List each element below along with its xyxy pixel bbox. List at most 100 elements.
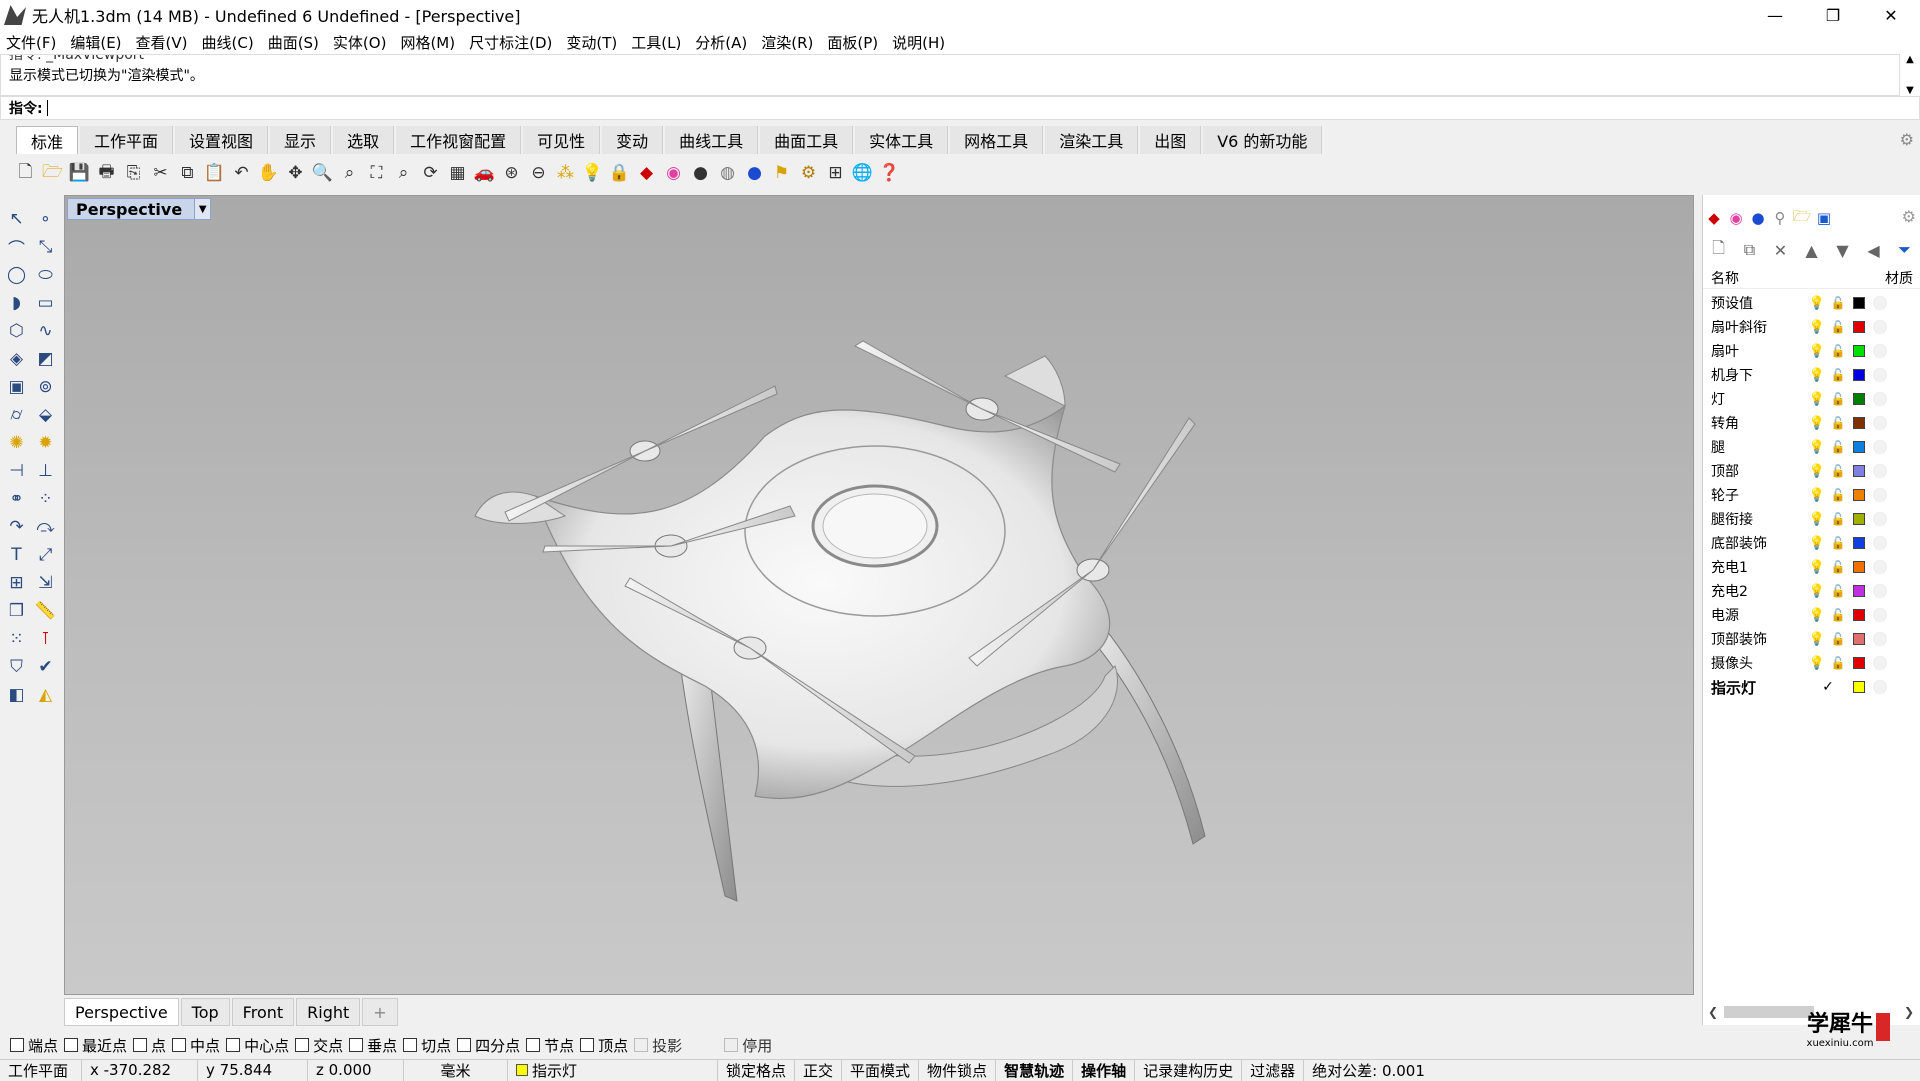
checkbox[interactable] xyxy=(457,1038,472,1052)
material-swatch[interactable] xyxy=(1873,632,1887,646)
snap-project[interactable]: 投影 xyxy=(634,1035,682,1056)
tab-solid-tools[interactable]: 实体工具 xyxy=(855,126,949,154)
move-view-icon[interactable]: ✥ xyxy=(282,160,309,187)
checkbox[interactable] xyxy=(526,1038,541,1052)
polyline-icon[interactable]: ⌒ xyxy=(2,233,31,261)
unlock-icon[interactable]: 🔓 xyxy=(1827,656,1849,670)
light-bulb-icon[interactable]: 💡 xyxy=(1807,488,1827,503)
cylinder-icon[interactable]: ⌭ xyxy=(2,401,31,429)
move-down-icon[interactable]: ▼ xyxy=(1827,241,1858,260)
new-layer-icon[interactable]: 🗋 xyxy=(1703,237,1734,264)
checkbox[interactable] xyxy=(226,1038,241,1052)
menu-help[interactable]: 说明(H) xyxy=(892,32,945,53)
save-icon[interactable]: 💾 xyxy=(66,160,93,187)
unlock-icon[interactable]: 🔓 xyxy=(1827,488,1849,502)
render-shade-icon[interactable]: ◧ xyxy=(2,681,31,709)
checkbox[interactable] xyxy=(64,1038,79,1052)
menu-solid[interactable]: 实体(O) xyxy=(333,32,387,53)
light-bulb-icon[interactable]: 💡 xyxy=(1807,560,1827,575)
snap-mid[interactable]: 中点 xyxy=(172,1035,220,1056)
solid-tools-icon[interactable]: ⬙ xyxy=(31,401,60,429)
command-line[interactable]: 指令: xyxy=(0,96,1920,120)
light-bulb-icon[interactable]: 💡 xyxy=(1807,584,1827,599)
menu-surface[interactable]: 曲面(S) xyxy=(268,32,319,53)
unlock-icon[interactable]: 🔓 xyxy=(1827,440,1849,454)
material-swatch[interactable] xyxy=(1873,440,1887,454)
unlock-icon[interactable]: 🔓 xyxy=(1827,392,1849,406)
checkbox[interactable] xyxy=(724,1038,739,1052)
material-swatch[interactable] xyxy=(1873,536,1887,550)
car-icon[interactable]: 🚗 xyxy=(471,160,498,187)
tab-render-tools[interactable]: 渲染工具 xyxy=(1045,126,1139,154)
viewport-tab-perspective[interactable]: Perspective xyxy=(64,998,179,1026)
menu-view[interactable]: 查看(V) xyxy=(136,32,188,53)
unlock-icon[interactable]: 🔓 xyxy=(1827,584,1849,598)
unlock-icon[interactable]: 🔓 xyxy=(1827,296,1849,310)
zoom-icon[interactable]: 🔍 xyxy=(309,160,336,187)
unlock-icon[interactable]: 🔓 xyxy=(1827,560,1849,574)
scroll-right-icon[interactable]: ❯ xyxy=(1904,1005,1914,1019)
cut-icon[interactable]: ✂ xyxy=(147,160,174,187)
sphere-render-icon[interactable]: ● xyxy=(687,160,714,187)
dimension-tool-icon[interactable]: ⇲ xyxy=(31,569,60,597)
material-swatch[interactable] xyxy=(1873,392,1887,406)
trim-icon[interactable]: ⊣ xyxy=(2,457,31,485)
join-icon[interactable]: ⚭ xyxy=(2,485,31,513)
material-swatch[interactable] xyxy=(1873,584,1887,598)
copy-icon[interactable]: ⧉ xyxy=(174,160,201,187)
unlock-icon[interactable]: 🔓 xyxy=(1827,416,1849,430)
unlock-icon[interactable]: 🔓 xyxy=(1827,368,1849,382)
tab-viewport-layout[interactable]: 工作视窗配置 xyxy=(396,126,522,154)
filter-icon[interactable]: ⏷ xyxy=(1889,240,1920,260)
snap-quadrant[interactable]: 四分点 xyxy=(457,1035,520,1056)
gear-icon[interactable]: ⚙ xyxy=(1902,207,1916,226)
options-gear-icon[interactable]: ⚙ xyxy=(795,160,822,187)
layer-row[interactable]: 机身下 💡 🔓 xyxy=(1703,363,1920,387)
layer-color-swatch[interactable] xyxy=(1853,465,1865,477)
paint-icon[interactable]: ◭ xyxy=(31,681,60,709)
checkbox[interactable] xyxy=(295,1038,310,1052)
menu-curve[interactable]: 曲线(C) xyxy=(202,32,254,53)
unlock-icon[interactable]: 🔓 xyxy=(1827,320,1849,334)
layer-row[interactable]: 腿衔接 💡 🔓 xyxy=(1703,507,1920,531)
menu-dimension[interactable]: 尺寸标注(D) xyxy=(469,32,552,53)
layers-tab-icon[interactable]: ◆ xyxy=(1703,207,1725,229)
zoom-extents-icon[interactable]: ⛶ xyxy=(363,160,390,187)
tab-display[interactable]: 显示 xyxy=(270,126,332,154)
layer-color-swatch[interactable] xyxy=(1853,585,1865,597)
layer-row[interactable]: 顶部装饰 💡 🔓 xyxy=(1703,627,1920,651)
add-viewport-icon[interactable]: + xyxy=(362,998,398,1026)
light-bulb-icon[interactable]: 💡 xyxy=(1807,416,1827,431)
help-tab-icon[interactable]: ▣ xyxy=(1813,207,1835,229)
command-history-scrollbar[interactable]: ▲ ▼ xyxy=(1900,54,1920,96)
unlock-icon[interactable]: 🔓 xyxy=(1827,536,1849,550)
material-swatch[interactable] xyxy=(1873,368,1887,382)
tab-set-view[interactable]: 设置视图 xyxy=(175,126,269,154)
surface-icon[interactable]: ◈ xyxy=(2,345,31,373)
material-swatch[interactable] xyxy=(1873,296,1887,310)
snap-intersection[interactable]: 交点 xyxy=(295,1035,343,1056)
block-icon[interactable]: ❒ xyxy=(2,597,31,625)
unlock-icon[interactable]: 🔓 xyxy=(1827,464,1849,478)
collapse-icon[interactable]: ◀ xyxy=(1858,241,1889,260)
layer-row[interactable]: 扇叶 💡 🔓 xyxy=(1703,339,1920,363)
layer-color-swatch[interactable] xyxy=(1853,561,1865,573)
layer-color-swatch[interactable] xyxy=(1853,681,1865,693)
snap-near[interactable]: 最近点 xyxy=(64,1035,127,1056)
move-up-icon[interactable]: ▲ xyxy=(1796,241,1827,260)
light-bulb-icon[interactable]: 💡 xyxy=(1807,656,1827,671)
new-sublayer-icon[interactable]: ⧉ xyxy=(1734,240,1765,260)
cplane-icon[interactable]: ⊖ xyxy=(525,160,552,187)
command-input[interactable] xyxy=(46,100,48,116)
polygon-icon[interactable]: ⬡ xyxy=(2,317,31,345)
material-swatch[interactable] xyxy=(1873,320,1887,334)
boolean-icon[interactable]: ⊚ xyxy=(31,373,60,401)
snap-end[interactable]: 端点 xyxy=(10,1035,58,1056)
tab-surface-tools[interactable]: 曲面工具 xyxy=(760,126,854,154)
light-bulb-icon[interactable]: 💡 xyxy=(1807,440,1827,455)
status-ortho[interactable]: 正交 xyxy=(795,1059,843,1081)
import-icon[interactable]: ⎘ xyxy=(120,160,147,187)
layer-row[interactable]: 扇叶斜衔 💡 🔓 xyxy=(1703,315,1920,339)
unlock-icon[interactable]: 🔓 xyxy=(1827,608,1849,622)
checkbox[interactable] xyxy=(403,1038,418,1052)
